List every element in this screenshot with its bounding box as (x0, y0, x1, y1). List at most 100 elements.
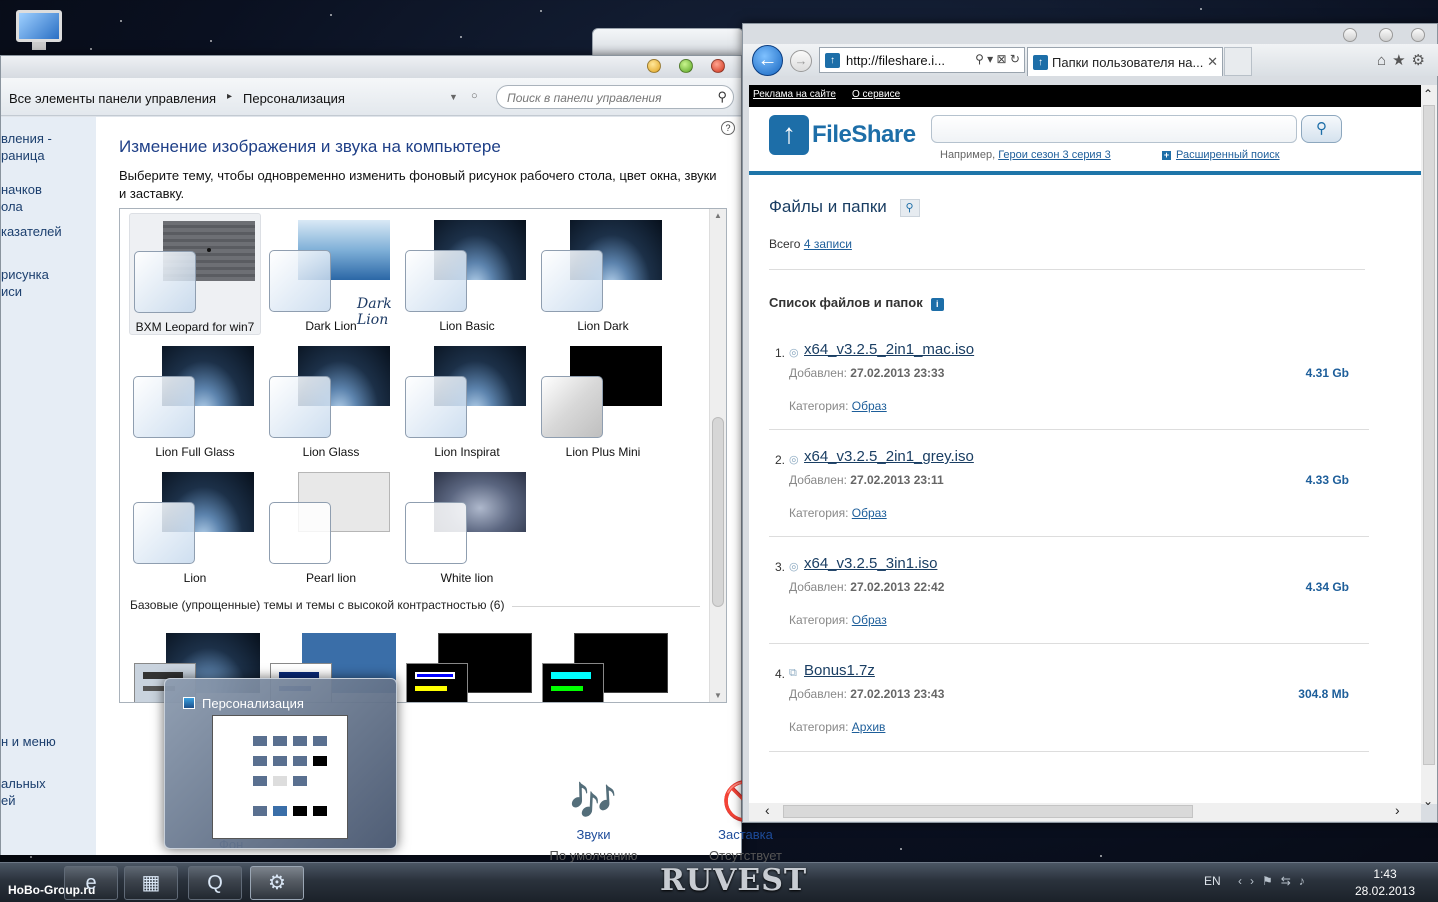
desktop-computer-icon[interactable] (14, 8, 64, 52)
address-dropdown-icon[interactable]: ▼ (449, 92, 458, 102)
file-link[interactable]: Bonus1.7z (804, 662, 875, 679)
breadcrumb-separator-icon[interactable]: ▸ (227, 91, 232, 102)
left-link[interactable]: раница (1, 147, 45, 164)
advanced-search-link[interactable]: + Расширенный поиск (1162, 149, 1280, 161)
left-link[interactable]: начков (1, 181, 42, 198)
url-input[interactable]: ↑ http://fileshare.i... ⚲ ▾ ⊠ ↻ (819, 47, 1025, 73)
scroll-up-icon[interactable]: ⌃ (1423, 87, 1433, 101)
file-link[interactable]: x64_v3.2.5_2in1_mac.iso (804, 341, 974, 358)
theme-item[interactable]: BXM Leopard for win7 (129, 213, 261, 335)
left-link[interactable]: иси (1, 283, 22, 300)
scroll-down-icon[interactable]: ⌄ (1423, 794, 1433, 808)
breadcrumb-current[interactable]: Персонализация (243, 91, 345, 106)
url-tools-icon[interactable]: ⚲ ▾ ⊠ ↻ (971, 52, 1020, 66)
tab-close-icon[interactable]: ✕ (1207, 54, 1218, 70)
title-bar[interactable] (1, 56, 741, 78)
list-item: 1. ◎ x64_v3.2.5_2in1_mac.iso Добавлен: 2… (769, 340, 1369, 440)
breadcrumb-root[interactable]: Все элементы панели управления (9, 91, 216, 106)
list-title-text: Список файлов и папок (769, 295, 923, 310)
page-horizontal-scrollbar[interactable]: ‹ › (749, 802, 1421, 821)
scroll-up-icon[interactable]: ▲ (714, 211, 722, 220)
left-link[interactable]: ола (1, 198, 23, 215)
window-color-preview (405, 250, 467, 312)
advertising-link[interactable]: Реклама на сайте (753, 89, 836, 100)
scroll-right-icon[interactable]: › (1395, 802, 1400, 818)
category-prefix: Категория: (789, 720, 849, 734)
fileshare-logo-icon[interactable]: ↑ (769, 115, 809, 155)
new-tab-button[interactable] (1224, 47, 1252, 76)
close-button[interactable] (1411, 28, 1425, 42)
theme-item[interactable]: Lion Plus Mini (537, 339, 669, 461)
theme-item[interactable]: Dark Lion Dark Lion (265, 213, 397, 335)
left-pane: вления - раница начков ола казателей рис… (1, 117, 96, 855)
tray-icons[interactable]: ‹›⚑⇆♪ (1238, 874, 1313, 888)
refresh-icon[interactable]: ○ (471, 90, 478, 102)
left-link[interactable]: н и меню (1, 733, 56, 750)
scroll-thumb[interactable] (1423, 105, 1435, 765)
left-link[interactable]: казателей (1, 223, 62, 240)
total-link[interactable]: 4 записи (804, 237, 852, 251)
minimize-button[interactable] (647, 59, 661, 73)
about-service-link[interactable]: О сервисе (852, 89, 900, 100)
site-search-button[interactable]: ⚲ (1301, 115, 1342, 143)
category-link[interactable]: Образ (852, 613, 887, 627)
category-link[interactable]: Архив (852, 720, 886, 734)
theme-item[interactable]: Lion (129, 465, 261, 587)
site-logo-text[interactable]: FileShare (812, 121, 916, 149)
scroll-down-icon[interactable]: ▼ (714, 691, 722, 700)
sounds-link[interactable]: 🎶 Звуки По умолчанию (531, 777, 656, 863)
scroll-thumb[interactable] (783, 805, 1193, 818)
search-input[interactable]: Поиск в панели управления ⚲ (496, 85, 734, 109)
clock-time: 1:43 (1373, 867, 1397, 881)
minimize-button[interactable] (1343, 28, 1357, 42)
close-button[interactable] (711, 59, 725, 73)
file-size: 4.31 Gb (1305, 366, 1349, 380)
theme-scrollbar[interactable]: ▲ ▼ (709, 209, 726, 702)
site-search-input[interactable] (931, 115, 1297, 143)
taskbar-thumbnail-preview[interactable]: Персонализация (164, 678, 397, 849)
home-favorites-tools-icons[interactable]: ⌂★⚙ (1377, 51, 1431, 69)
date-prefix: Добавлен: (789, 687, 847, 701)
theme-item[interactable]: White lion (401, 465, 533, 587)
control-panel-taskbar-button[interactable]: ⚙ (250, 866, 304, 900)
maximize-button[interactable] (1379, 28, 1393, 42)
folder-search-icon[interactable]: ⚲ (899, 198, 920, 217)
window-color-preview (406, 663, 468, 702)
theme-item[interactable]: Lion Glass (265, 339, 397, 461)
category-link[interactable]: Образ (852, 399, 887, 413)
category-link[interactable]: Образ (852, 506, 887, 520)
page-vertical-scrollbar[interactable]: ⌃ ⌄ (1421, 85, 1437, 808)
item-number: 2. (775, 453, 786, 467)
browser-tab[interactable]: ↑ Папки пользователя на... ✕ (1027, 47, 1223, 76)
maximize-button[interactable] (679, 59, 693, 73)
search-icon[interactable]: ⚲ (717, 89, 727, 105)
theme-item[interactable]: Lion Full Glass (129, 339, 261, 461)
theme-item[interactable]: Lion Basic (401, 213, 533, 335)
file-category: Категория: Образ (789, 506, 887, 520)
forward-button[interactable]: → (790, 50, 812, 72)
help-icon[interactable]: ? (721, 121, 735, 135)
theme-item[interactable]: Lion Dark (537, 213, 669, 335)
back-button[interactable]: ← (752, 45, 783, 76)
quicktime-taskbar-button[interactable]: Q (188, 866, 242, 900)
internet-explorer-taskbar-button[interactable]: e (64, 866, 118, 900)
theme-item[interactable]: Pearl lion (265, 465, 397, 587)
background-window-tab[interactable] (592, 28, 744, 56)
file-link[interactable]: x64_v3.2.5_3in1.iso (804, 555, 937, 572)
basic-theme-item[interactable] (406, 633, 532, 702)
scroll-thumb[interactable] (712, 417, 724, 607)
libraries-taskbar-button[interactable]: ▦ (124, 866, 178, 900)
left-link[interactable]: вления - (1, 130, 52, 147)
hint-link[interactable]: Герои сезон 3 серия 3 (998, 149, 1111, 161)
left-link[interactable]: рисунка (1, 266, 49, 283)
basic-theme-item[interactable] (542, 633, 668, 702)
clock[interactable]: 1:43 28.02.2013 (1340, 866, 1430, 900)
divider (769, 751, 1369, 752)
file-link[interactable]: x64_v3.2.5_2in1_grey.iso (804, 448, 974, 465)
left-link[interactable]: ей (1, 792, 16, 809)
language-indicator[interactable]: EN (1204, 874, 1221, 888)
left-link[interactable]: альных (1, 775, 46, 792)
scroll-left-icon[interactable]: ‹ (765, 802, 770, 818)
theme-item[interactable]: Lion Inspirat (401, 339, 533, 461)
info-icon[interactable]: i (930, 298, 944, 311)
